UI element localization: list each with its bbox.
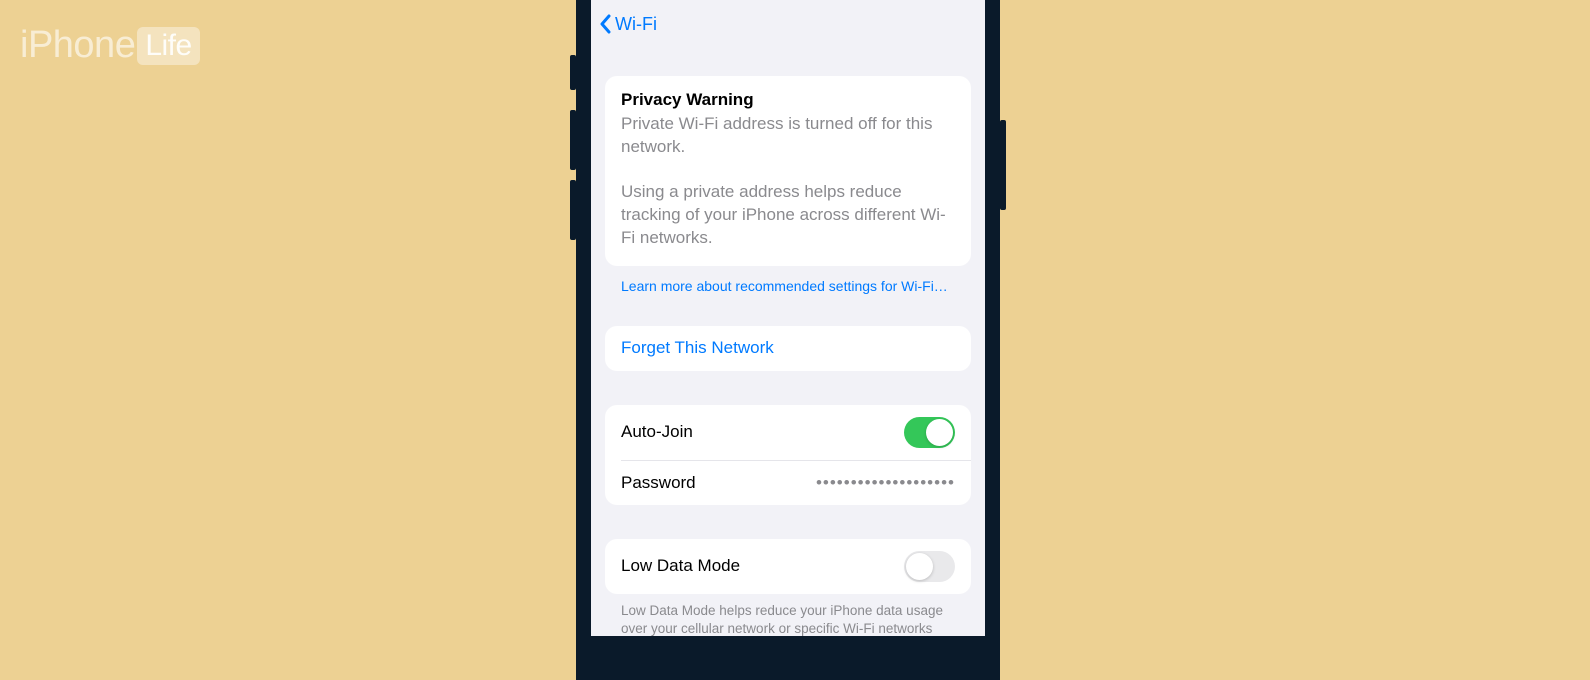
watermark-logo: iPhoneLife — [20, 24, 200, 67]
password-label: Password — [621, 473, 696, 493]
password-row[interactable]: Password •••••••••••••••••••• — [621, 460, 971, 505]
low-data-label: Low Data Mode — [621, 556, 740, 576]
password-masked: •••••••••••••••••••• — [816, 473, 955, 493]
learn-more-link[interactable]: Learn more about recommended settings fo… — [621, 278, 955, 294]
privacy-warning-title: Privacy Warning — [621, 90, 955, 110]
watermark-suffix: Life — [137, 27, 199, 65]
back-label: Wi-Fi — [615, 14, 657, 35]
toggle-knob — [926, 419, 953, 446]
phone-screen: Wi-Fi Privacy Warning Private Wi-Fi addr… — [591, 0, 985, 636]
low-data-card: Low Data Mode — [605, 539, 971, 594]
privacy-warning-line1: Private Wi-Fi address is turned off for … — [621, 113, 955, 159]
nav-bar: Wi-Fi — [591, 0, 985, 48]
auto-join-toggle[interactable] — [904, 417, 955, 448]
watermark-brand: iPhone — [20, 24, 135, 67]
privacy-warning-line2: Using a private address helps reduce tra… — [621, 181, 955, 250]
chevron-left-icon — [599, 14, 611, 34]
network-settings-card: Auto-Join Password •••••••••••••••••••• — [605, 405, 971, 505]
settings-content: Privacy Warning Private Wi-Fi address is… — [591, 76, 985, 636]
privacy-warning-body: Private Wi-Fi address is turned off for … — [621, 113, 955, 250]
low-data-description: Low Data Mode helps reduce your iPhone d… — [621, 602, 955, 636]
auto-join-label: Auto-Join — [621, 422, 693, 442]
low-data-row: Low Data Mode — [605, 539, 971, 594]
forget-network-button[interactable]: Forget This Network — [605, 326, 971, 371]
forget-network-label: Forget This Network — [621, 338, 774, 358]
auto-join-row: Auto-Join — [605, 405, 971, 460]
privacy-warning-card: Privacy Warning Private Wi-Fi address is… — [605, 76, 971, 266]
back-button[interactable]: Wi-Fi — [599, 14, 657, 35]
toggle-knob — [906, 553, 933, 580]
low-data-toggle[interactable] — [904, 551, 955, 582]
forget-network-card: Forget This Network — [605, 326, 971, 371]
phone-power-button — [1000, 120, 1006, 210]
